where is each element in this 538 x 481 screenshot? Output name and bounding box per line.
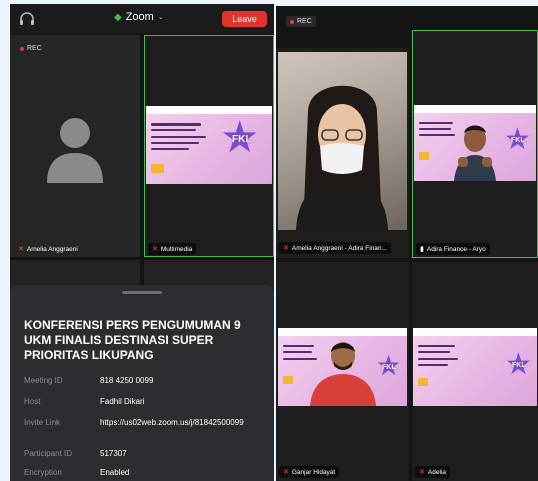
drag-handle[interactable] (122, 291, 162, 294)
slide-badge: FKL (512, 362, 526, 369)
video-tile-adira-aryo[interactable]: ★ FKL ▮ Adira Finance - Aryo (412, 30, 538, 258)
info-participant-id: Participant ID 517307 (24, 449, 127, 458)
leave-button[interactable]: Leave (222, 11, 267, 27)
mic-icon: ▮ (420, 246, 424, 253)
shield-icon: ◆ (114, 11, 122, 23)
participant-name: ✕ Multimedia (148, 243, 197, 255)
record-dot-icon (20, 46, 24, 51)
video-tile-multimedia[interactable]: ★ FKL ✕ Multimedia (144, 35, 274, 257)
camera-feed-virtual-bg: ★ FKL (414, 105, 536, 181)
left-zoom-window: ◆ Zoom ⌄ Leave REC ✕ Amelia Anggraeni ★ … (10, 4, 274, 481)
participant-name: ▮ Adira Finance - Aryo (416, 243, 490, 255)
mic-muted-icon: ✕ (419, 469, 425, 476)
info-host: Host Fadhil Dikari (24, 397, 145, 406)
mic-muted-icon: ✕ (18, 246, 24, 253)
record-dot-icon (290, 19, 294, 24)
mic-muted-icon: ✕ (283, 245, 289, 252)
participant-name: ✕ Adelia (415, 466, 450, 478)
participant-name: ✕ Amelia Anggraeni - Adira Finan... (279, 242, 391, 254)
shared-slide: ★ FKL (146, 106, 272, 184)
mic-muted-icon: ✕ (152, 246, 158, 253)
audio-icon[interactable] (18, 11, 36, 27)
rec-indicator: REC (286, 16, 316, 27)
zoom-title[interactable]: ◆ Zoom ⌄ (114, 11, 164, 23)
video-tile-amelia-adira[interactable]: ✕ Amelia Anggraeni - Adira Finan... (276, 48, 409, 258)
right-zoom-window: REC ✕ Amelia Anggraeni - Adira Finan... (276, 6, 538, 481)
top-bar: ◆ Zoom ⌄ Leave (10, 4, 274, 34)
video-tile-amelia[interactable]: REC ✕ Amelia Anggraeni (10, 35, 140, 257)
chevron-down-icon: ⌄ (157, 14, 164, 21)
video-tile-adelia[interactable]: ★ FKL ✕ Adelia (412, 262, 538, 481)
mic-muted-icon: ✕ (283, 469, 289, 476)
camera-feed (278, 52, 407, 230)
slide-badge: FKL (232, 134, 252, 145)
info-meeting-id: Meeting ID 818 4250 0099 (24, 376, 154, 385)
meeting-info-sheet[interactable]: KONFERENSI PERS PENGUMUMAN 9 UKM FINALIS… (10, 285, 274, 481)
participant-name: ✕ Amelia Anggraeni (18, 245, 78, 254)
slide-badge: FKL (511, 137, 525, 144)
meeting-title: KONFERENSI PERS PENGUMUMAN 9 UKM FINALIS… (24, 318, 241, 362)
info-invite-link: Invite Link https://us02web.zoom.us/j/81… (24, 418, 244, 427)
info-encryption: Encryption Enabled (24, 468, 130, 477)
participant-name: ✕ Ganjar Hidayat (279, 466, 340, 478)
avatar (45, 111, 105, 183)
slide-badge: FKL (382, 364, 396, 371)
video-tile-ganjar[interactable]: ★ FKL ✕ Ganjar Hidayat (276, 262, 409, 481)
camera-feed-virtual-bg: ★ FKL (413, 328, 537, 406)
camera-feed-virtual-bg: ★ FKL (278, 328, 407, 406)
rec-indicator: REC (20, 45, 42, 52)
